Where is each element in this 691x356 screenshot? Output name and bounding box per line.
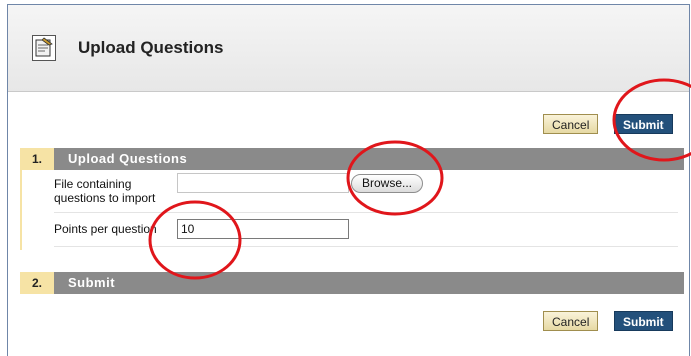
browse-button[interactable]: Browse... xyxy=(351,174,423,193)
row-divider xyxy=(54,212,678,213)
points-per-question-input[interactable]: 10 xyxy=(177,219,349,239)
page-header: Upload Questions xyxy=(8,5,689,92)
step-title: Upload Questions xyxy=(68,151,188,166)
step-number: 1. xyxy=(20,148,54,170)
row-divider xyxy=(54,246,678,247)
submit-button-bottom[interactable]: Submit xyxy=(614,311,673,331)
step-1-margin xyxy=(20,170,22,250)
cancel-button-top[interactable]: Cancel xyxy=(543,114,599,134)
step-1-header: 1. Upload Questions xyxy=(20,148,684,170)
step-title: Submit xyxy=(68,275,116,290)
cancel-button-bottom[interactable]: Cancel xyxy=(543,311,599,331)
points-field-label: Points per question xyxy=(54,222,157,236)
file-field-label: File containing questions to import xyxy=(54,177,155,205)
file-field-label-line2: questions to import xyxy=(54,191,156,205)
step-2-header: 2. Submit xyxy=(20,272,684,294)
step-number: 2. xyxy=(20,272,54,294)
file-path-input[interactable] xyxy=(177,173,349,193)
upload-document-icon xyxy=(32,35,56,61)
page-title: Upload Questions xyxy=(78,38,224,57)
submit-button-top[interactable]: Submit xyxy=(614,114,673,134)
file-field-label-line1: File containing xyxy=(54,177,132,191)
